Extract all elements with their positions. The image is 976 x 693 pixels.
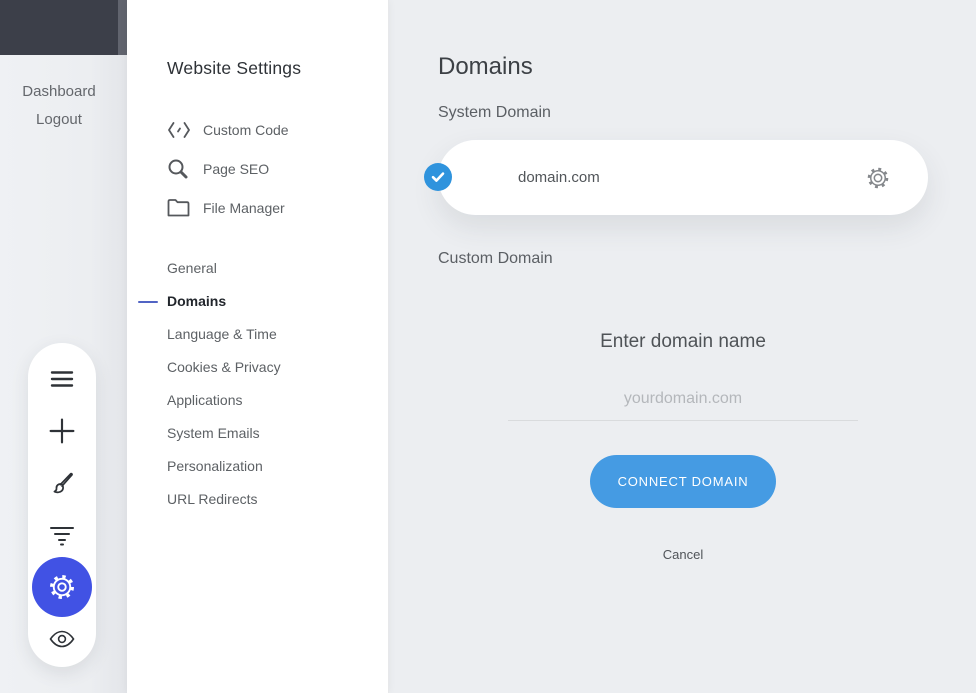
section-label: URL Redirects [167, 491, 258, 507]
system-domain-card: domain.com [438, 140, 928, 215]
code-icon [167, 119, 191, 141]
folder-icon [167, 197, 191, 219]
tool-label: Page SEO [203, 161, 269, 177]
design-brush-icon[interactable] [48, 469, 76, 497]
system-domain-label: System Domain [438, 104, 551, 122]
sidebar-item-general[interactable]: General [167, 252, 281, 285]
brand-block-edge [118, 0, 127, 55]
left-rail: Dashboard Logout [0, 0, 127, 693]
search-icon [167, 158, 191, 180]
logout-link[interactable]: Logout [0, 111, 118, 128]
add-icon[interactable] [48, 417, 76, 445]
tool-item-custom-code[interactable]: Custom Code [167, 117, 289, 142]
tool-label: File Manager [203, 200, 285, 216]
app-root: Dashboard Logout [0, 0, 976, 693]
tool-label: Custom Code [203, 122, 289, 138]
section-label: System Emails [167, 425, 260, 441]
tool-item-file-manager[interactable]: File Manager [167, 195, 289, 220]
filter-icon[interactable] [48, 521, 76, 549]
menu-icon[interactable] [48, 365, 76, 393]
custom-domain-label: Custom Domain [438, 250, 553, 268]
custom-domain-form: Enter domain name CONNECT DOMAIN Cancel [438, 330, 928, 564]
settings-panel: Website Settings Custom Code Page SEO [127, 0, 389, 693]
sidebar-item-system-emails[interactable]: System Emails [167, 417, 281, 450]
system-domain-value: domain.com [518, 169, 600, 186]
main-area: Domains System Domain domain.com Custom … [389, 0, 976, 693]
sidebar-item-applications[interactable]: Applications [167, 384, 281, 417]
settings-gear-icon[interactable] [32, 557, 92, 617]
floating-toolbar [28, 343, 96, 667]
active-dash [138, 301, 158, 304]
cancel-button[interactable]: Cancel [663, 547, 703, 562]
sidebar-item-language-time[interactable]: Language & Time [167, 318, 281, 351]
sidebar-item-personalization[interactable]: Personalization [167, 450, 281, 483]
panel-title: Website Settings [167, 58, 301, 79]
sidebar-item-url-redirects[interactable]: URL Redirects [167, 483, 281, 516]
tool-item-page-seo[interactable]: Page SEO [167, 156, 289, 181]
section-label: Personalization [167, 458, 263, 474]
dashboard-link[interactable]: Dashboard [0, 83, 118, 100]
page-title: Domains [438, 53, 533, 81]
section-label: Cookies & Privacy [167, 359, 281, 375]
sidebar-item-domains[interactable]: Domains [167, 285, 281, 318]
selected-check-icon[interactable] [424, 163, 452, 191]
preview-eye-icon[interactable] [48, 625, 76, 653]
connect-domain-button[interactable]: CONNECT DOMAIN [590, 455, 776, 508]
section-label: Applications [167, 392, 243, 408]
section-label: Language & Time [167, 326, 277, 342]
domain-settings-gear-icon[interactable] [858, 158, 898, 198]
domain-name-input[interactable] [508, 378, 858, 421]
section-label: Domains [167, 293, 226, 309]
section-label: General [167, 260, 217, 276]
brand-block [0, 0, 127, 55]
panel-tools: Custom Code Page SEO File Manager [167, 117, 289, 234]
enter-domain-prompt: Enter domain name [438, 330, 928, 354]
settings-sections: General Domains Language & Time Cookies … [167, 252, 281, 516]
sidebar-item-cookies-privacy[interactable]: Cookies & Privacy [167, 351, 281, 384]
